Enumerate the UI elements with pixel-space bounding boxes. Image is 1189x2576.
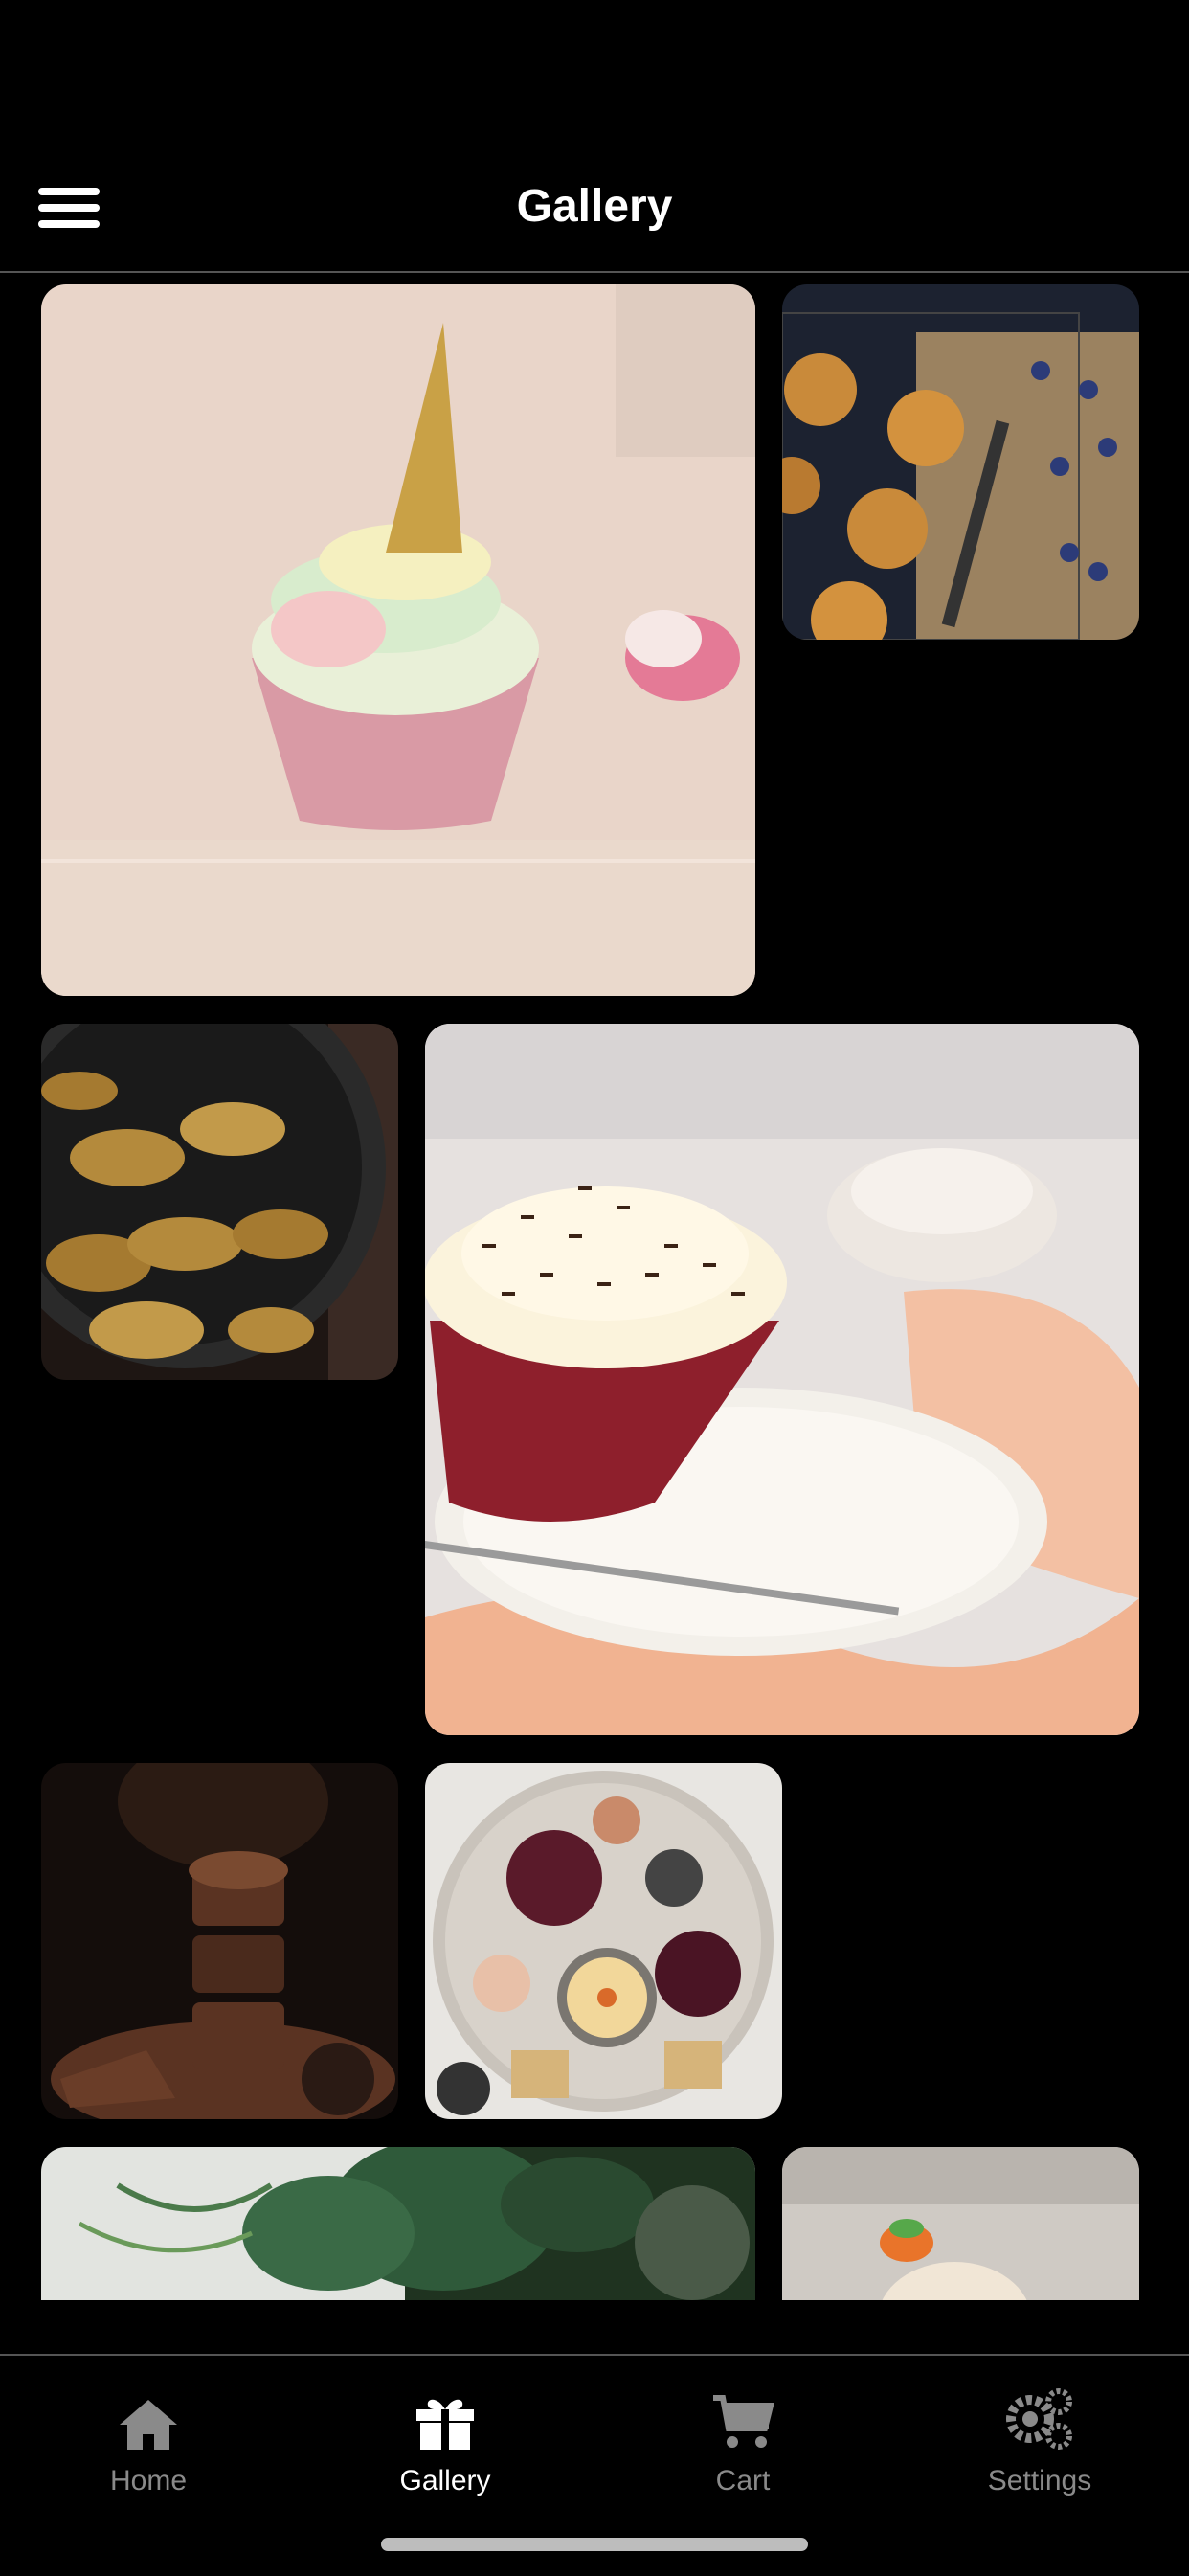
- home-indicator[interactable]: [381, 2538, 808, 2551]
- tab-home[interactable]: Home: [0, 2375, 297, 2497]
- tab-settings-label: Settings: [987, 2465, 1092, 2497]
- page-title: Gallery: [516, 181, 673, 232]
- tab-gallery[interactable]: Gallery: [297, 2375, 594, 2497]
- top-navigation-bar: Gallery: [0, 0, 1189, 273]
- tab-cart[interactable]: Cart: [594, 2375, 891, 2497]
- gallery-grid[interactable]: [0, 273, 1189, 2300]
- gallery-photo-plant[interactable]: [41, 2147, 755, 2300]
- tab-cart-label: Cart: [715, 2465, 771, 2497]
- tab-gallery-label: Gallery: [399, 2465, 491, 2497]
- tab-settings[interactable]: Settings: [891, 2375, 1188, 2497]
- gallery-photo-blueberry-muffins[interactable]: [782, 284, 1139, 640]
- gallery-photo-mushrooms[interactable]: [41, 1024, 398, 1380]
- gallery-photo-red-velvet-cupcake[interactable]: [425, 1024, 1139, 1735]
- gallery-photo-charcuterie-board[interactable]: [425, 1763, 782, 2119]
- gallery-photo-unicorn-cupcake[interactable]: [41, 284, 755, 996]
- home-icon: [0, 2375, 297, 2452]
- gift-icon: [297, 2375, 594, 2452]
- gear-icon: [891, 2375, 1188, 2452]
- gallery-photo-cupcake[interactable]: [782, 2147, 1139, 2300]
- gallery-photo-chocolate-cupcakes[interactable]: [41, 1763, 398, 2119]
- cart-icon: [594, 2375, 891, 2452]
- tab-home-label: Home: [109, 2465, 188, 2497]
